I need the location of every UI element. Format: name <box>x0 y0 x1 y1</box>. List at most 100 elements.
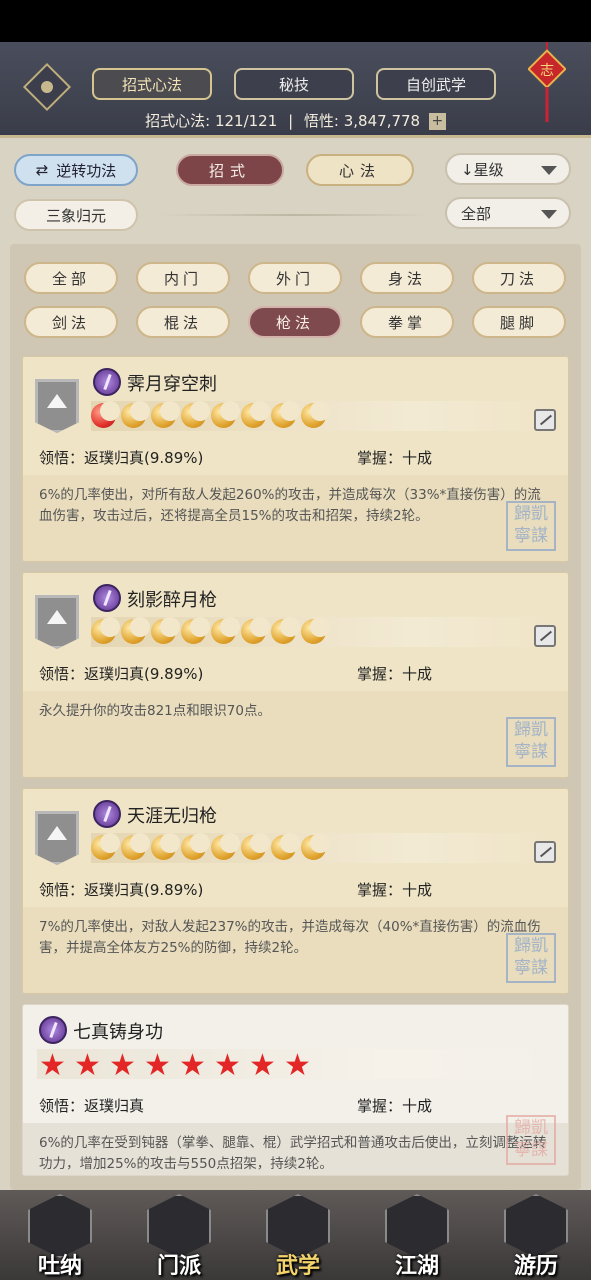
tab-xinfa[interactable]: 心法 <box>306 154 414 186</box>
nav-item[interactable]: 江湖 <box>373 1190 461 1280</box>
moon-icon <box>151 833 180 860</box>
filter-dropdown-value: 全部 <box>461 204 492 223</box>
divider <box>160 214 430 216</box>
spear-badge-icon <box>39 1016 67 1044</box>
moon-icon <box>241 833 270 860</box>
star-icon: ★ <box>109 1048 136 1083</box>
rank-icons <box>91 833 330 863</box>
sort-dropdown[interactable]: ↓星级 <box>445 153 571 185</box>
moon-icon <box>181 617 210 644</box>
category-chip[interactable]: 腿脚 <box>472 306 566 338</box>
sanxiang-button[interactable]: 三象归元 <box>14 199 138 231</box>
moon-icon <box>91 617 120 644</box>
tab-zichuang[interactable]: 自创武学 <box>376 68 496 100</box>
nav-label: 武学 <box>275 1254 320 1279</box>
nav-label: 吐纳 <box>37 1254 82 1279</box>
tab-miji[interactable]: 秘技 <box>234 68 354 100</box>
moon-icon <box>211 617 240 644</box>
moon-icon <box>271 401 300 428</box>
chinese-knot-icon[interactable]: 志 <box>528 42 566 132</box>
category-chip[interactable]: 枪法 <box>248 306 342 338</box>
weapon-type-icon <box>534 625 556 647</box>
upgrade-arrow-icon[interactable] <box>35 811 79 865</box>
stats-line: 招式心法: 121/121 | 悟性: 3,847,778 + <box>0 110 591 131</box>
skill-card[interactable]: 天涯无归枪 领悟：返璞归真(9.89%) 掌握：十成 7%的几率使出，对敌人发起237… <box>22 788 569 994</box>
star-icon: ★ <box>74 1048 101 1083</box>
category-chip[interactable]: 棍法 <box>136 306 230 338</box>
knot-char: 志 <box>540 63 554 79</box>
skill-card[interactable]: 霁月穿空刺领悟：返璞归真(9.89%) 掌握：十成 6%的几率使出，对所有敌人发起2… <box>22 356 569 562</box>
category-chip[interactable]: 剑法 <box>24 306 118 338</box>
upgrade-arrow-icon[interactable] <box>35 379 79 433</box>
zhangwo-text: 掌握：十成 <box>357 1097 433 1115</box>
lingwu-text: 领悟：返璞归真(9.89%) <box>39 665 204 683</box>
reverse-skill-label: 逆转功法 <box>56 161 117 180</box>
moon-icon <box>121 833 150 860</box>
star-icon: ★ <box>214 1048 241 1083</box>
eye-icon[interactable] <box>22 62 72 112</box>
moon-icon <box>91 401 120 428</box>
moon-icon <box>241 401 270 428</box>
category-chip[interactable]: 外门 <box>248 262 342 294</box>
nav-item[interactable]: 吐纳 <box>16 1190 104 1280</box>
weapon-type-icon <box>534 841 556 863</box>
upgrade-arrow-icon[interactable] <box>35 595 79 649</box>
swap-icon: ⇄ <box>35 161 49 179</box>
moon-icon <box>91 833 120 860</box>
moon-icon <box>151 617 180 644</box>
sort-dropdown-value: ↓星级 <box>461 160 504 179</box>
moon-icon <box>301 401 330 428</box>
nav-label: 游历 <box>513 1254 558 1279</box>
chevron-down-icon <box>541 210 557 219</box>
reverse-skill-button[interactable]: ⇄ 逆转功法 <box>14 154 138 186</box>
seal-stamp: 歸凱 寧謀 <box>506 717 556 767</box>
tab-zhaoshi[interactable]: 招式 <box>176 154 284 186</box>
nav-item[interactable]: 游历 <box>492 1190 580 1280</box>
nav-label: 门派 <box>156 1254 201 1279</box>
bottom-nav: 吐纳 门派 武学 江湖 游历 <box>0 1190 591 1280</box>
skill-card[interactable]: 刻影醉月枪领悟：返璞归真(9.89%) 掌握：十成永久提升你的攻击821点和眼识7… <box>22 572 569 778</box>
moon-icon <box>211 401 240 428</box>
category-chip[interactable]: 身法 <box>360 262 454 294</box>
zhangwo-text: 掌握：十成 <box>357 665 433 683</box>
zhangwo-text: 掌握：十成 <box>357 449 433 467</box>
stats-value-skills: 121/121 <box>214 112 278 130</box>
skill-description: 永久提升你的攻击821点和眼识70点。 <box>23 691 568 777</box>
moon-icon <box>301 833 330 860</box>
seal-stamp: 歸凱 寧謀 <box>506 933 556 983</box>
category-chip[interactable]: 拳掌 <box>360 306 454 338</box>
nav-item[interactable]: 门派 <box>135 1190 223 1280</box>
category-chip[interactable]: 刀法 <box>472 262 566 294</box>
rank-icons <box>91 401 330 431</box>
moon-icon <box>181 401 210 428</box>
skill-card[interactable]: 七真铸身功 ★ ★ ★ ★ ★ ★ ★ ★ 领悟：返璞归真 掌握：十成 6%的几率在受到钝器（掌拳、腿… <box>22 1004 569 1176</box>
spear-badge-icon <box>93 584 121 612</box>
skill-name: 天涯无归枪 <box>127 806 217 827</box>
skill-name: 刻影醉月枪 <box>127 590 217 611</box>
stats-label-skills: 招式心法: <box>145 112 211 130</box>
moon-icon <box>271 617 300 644</box>
skill-name: 七真铸身功 <box>73 1022 163 1043</box>
star-icon: ★ <box>284 1048 311 1083</box>
weapon-type-icon <box>534 409 556 431</box>
moon-icon <box>301 617 330 644</box>
spear-badge-icon <box>93 368 121 396</box>
lingwu-text: 领悟：返璞归真 <box>39 1097 145 1115</box>
status-bar <box>0 0 591 42</box>
zhangwo-text: 掌握：十成 <box>357 881 433 899</box>
lingwu-text: 领悟：返璞归真(9.89%) <box>39 449 204 467</box>
skill-name: 霁月穿空刺 <box>127 374 217 395</box>
stats-separator: | <box>288 112 294 130</box>
moon-icon <box>181 833 210 860</box>
skill-description: 6%的几率使出，对所有敌人发起260%的攻击，并造成每次（33%*直接伤害）的流… <box>23 475 568 561</box>
add-wuxing-button[interactable]: + <box>428 113 446 130</box>
category-chip[interactable]: 内门 <box>136 262 230 294</box>
nav-label: 江湖 <box>394 1254 439 1279</box>
nav-item[interactable]: 武学 <box>254 1190 342 1280</box>
tab-zhaoshi-xinfa[interactable]: 招式心法 <box>92 68 212 100</box>
category-chip[interactable]: 全部 <box>24 262 118 294</box>
star-icon: ★ <box>249 1048 276 1083</box>
seal-stamp: 歸凱 寧謀 <box>506 1115 556 1165</box>
rank-icons <box>91 617 330 647</box>
filter-dropdown[interactable]: 全部 <box>445 197 571 229</box>
